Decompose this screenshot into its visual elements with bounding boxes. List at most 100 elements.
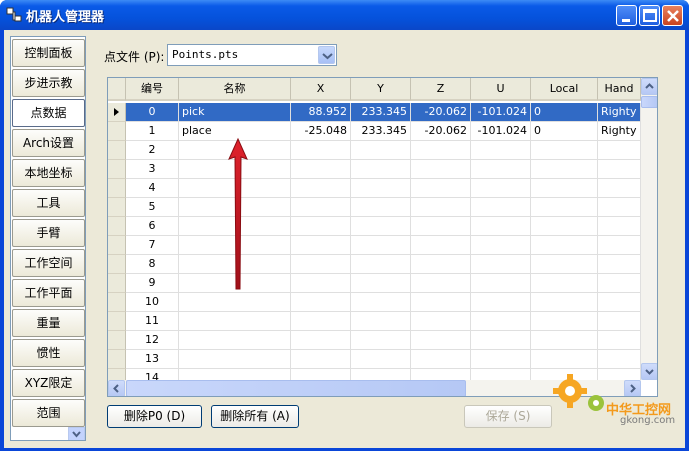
cell-y[interactable] [351,312,411,331]
cell-z[interactable] [411,217,471,236]
nav-item[interactable]: 工作空间 [12,249,85,277]
title-bar[interactable]: 机器人管理器 [0,0,689,30]
delete-all-button[interactable]: 删除所有 (A) [211,405,299,428]
row-header[interactable] [108,122,126,141]
cell-y[interactable] [351,198,411,217]
nav-scroll-down-button[interactable] [68,427,85,440]
table-row[interactable]: 11 [108,312,641,331]
nav-item[interactable]: 本地坐标 [12,159,85,187]
cell-x[interactable] [291,217,351,236]
cell-y[interactable]: 233.345 [351,122,411,141]
cell-num[interactable]: 9 [126,274,179,293]
col-header-local[interactable]: Local [531,78,598,101]
cell-local[interactable] [531,141,598,160]
cell-x[interactable] [291,331,351,350]
nav-item[interactable]: 范围 [12,399,85,427]
cell-local[interactable] [531,160,598,179]
cell-u[interactable] [471,312,531,331]
cell-y[interactable] [351,179,411,198]
cell-z[interactable] [411,236,471,255]
cell-u[interactable] [471,350,531,369]
cell-hand[interactable]: Righty [598,103,641,122]
cell-num[interactable]: 8 [126,255,179,274]
minimize-button[interactable] [616,5,637,26]
delete-p0-button[interactable]: 删除P0 (D) [107,405,202,428]
cell-local[interactable] [531,293,598,312]
row-header[interactable] [108,198,126,217]
cell-num[interactable]: 2 [126,141,179,160]
cell-x[interactable] [291,141,351,160]
cell-num[interactable]: 11 [126,312,179,331]
cell-z[interactable] [411,331,471,350]
cell-z[interactable] [411,198,471,217]
cell-y[interactable] [351,331,411,350]
cell-z[interactable]: -20.062 [411,122,471,141]
cell-local[interactable] [531,331,598,350]
cell-z[interactable] [411,350,471,369]
cell-hand[interactable] [598,312,641,331]
cell-x[interactable] [291,312,351,331]
cell-z[interactable] [411,255,471,274]
cell-num[interactable]: 10 [126,293,179,312]
cell-hand[interactable] [598,160,641,179]
row-header[interactable] [108,179,126,198]
cell-x[interactable] [291,198,351,217]
row-header[interactable] [108,160,126,179]
col-header-hand[interactable]: Hand [598,78,641,101]
cell-u[interactable] [471,179,531,198]
table-row[interactable]: 3 [108,160,641,179]
cell-hand[interactable] [598,331,641,350]
cell-x[interactable] [291,236,351,255]
cell-x[interactable]: -25.048 [291,122,351,141]
cell-num[interactable]: 0 [126,103,179,122]
table-row[interactable]: 0 pick 88.952 233.345 -20.062 -101.024 0 Righty [108,103,641,122]
scroll-left-button[interactable] [108,380,125,396]
nav-item[interactable]: 工作平面 [12,279,85,307]
cell-hand[interactable] [598,274,641,293]
cell-name[interactable]: pick [179,103,291,122]
col-header-name[interactable]: 名称 [179,78,291,101]
cell-y[interactable] [351,293,411,312]
cell-x[interactable] [291,179,351,198]
cell-num[interactable]: 1 [126,122,179,141]
nav-item[interactable]: 手臂 [12,219,85,247]
cell-x[interactable] [291,255,351,274]
cell-local[interactable] [531,217,598,236]
table-row[interactable]: 1 place -25.048 233.345 -20.062 -101.024 0 Righ… [108,122,641,141]
row-header[interactable] [108,103,126,122]
cell-hand[interactable] [598,217,641,236]
cell-x[interactable]: 88.952 [291,103,351,122]
nav-item[interactable]: 点数据 [12,99,85,127]
cell-z[interactable] [411,179,471,198]
row-header[interactable] [108,312,126,331]
vertical-scroll-thumb[interactable] [641,96,657,108]
cell-z[interactable]: -20.062 [411,103,471,122]
col-header-number[interactable]: 编号 [126,78,179,101]
row-header[interactable] [108,217,126,236]
cell-y[interactable]: 233.345 [351,103,411,122]
vertical-scrollbar[interactable] [641,78,657,380]
cell-u[interactable] [471,293,531,312]
table-row[interactable]: 9 [108,274,641,293]
nav-item[interactable]: 惯性 [12,339,85,367]
cell-z[interactable] [411,312,471,331]
cell-num[interactable]: 3 [126,160,179,179]
cell-u[interactable] [471,217,531,236]
cell-hand[interactable] [598,198,641,217]
cell-x[interactable] [291,350,351,369]
col-header-x[interactable]: X [291,78,351,101]
cell-u[interactable] [471,160,531,179]
cell-u[interactable] [471,274,531,293]
cell-u[interactable] [471,236,531,255]
cell-local[interactable] [531,255,598,274]
dropdown-button[interactable] [318,46,335,64]
cell-y[interactable] [351,141,411,160]
horizontal-scroll-thumb[interactable] [126,380,466,396]
cell-num[interactable]: 6 [126,217,179,236]
nav-item[interactable]: 重量 [12,309,85,337]
cell-num[interactable]: 12 [126,331,179,350]
col-header-y[interactable]: Y [351,78,411,101]
col-header-u[interactable]: U [471,78,531,101]
table-row[interactable]: 5 [108,198,641,217]
cell-local[interactable] [531,274,598,293]
